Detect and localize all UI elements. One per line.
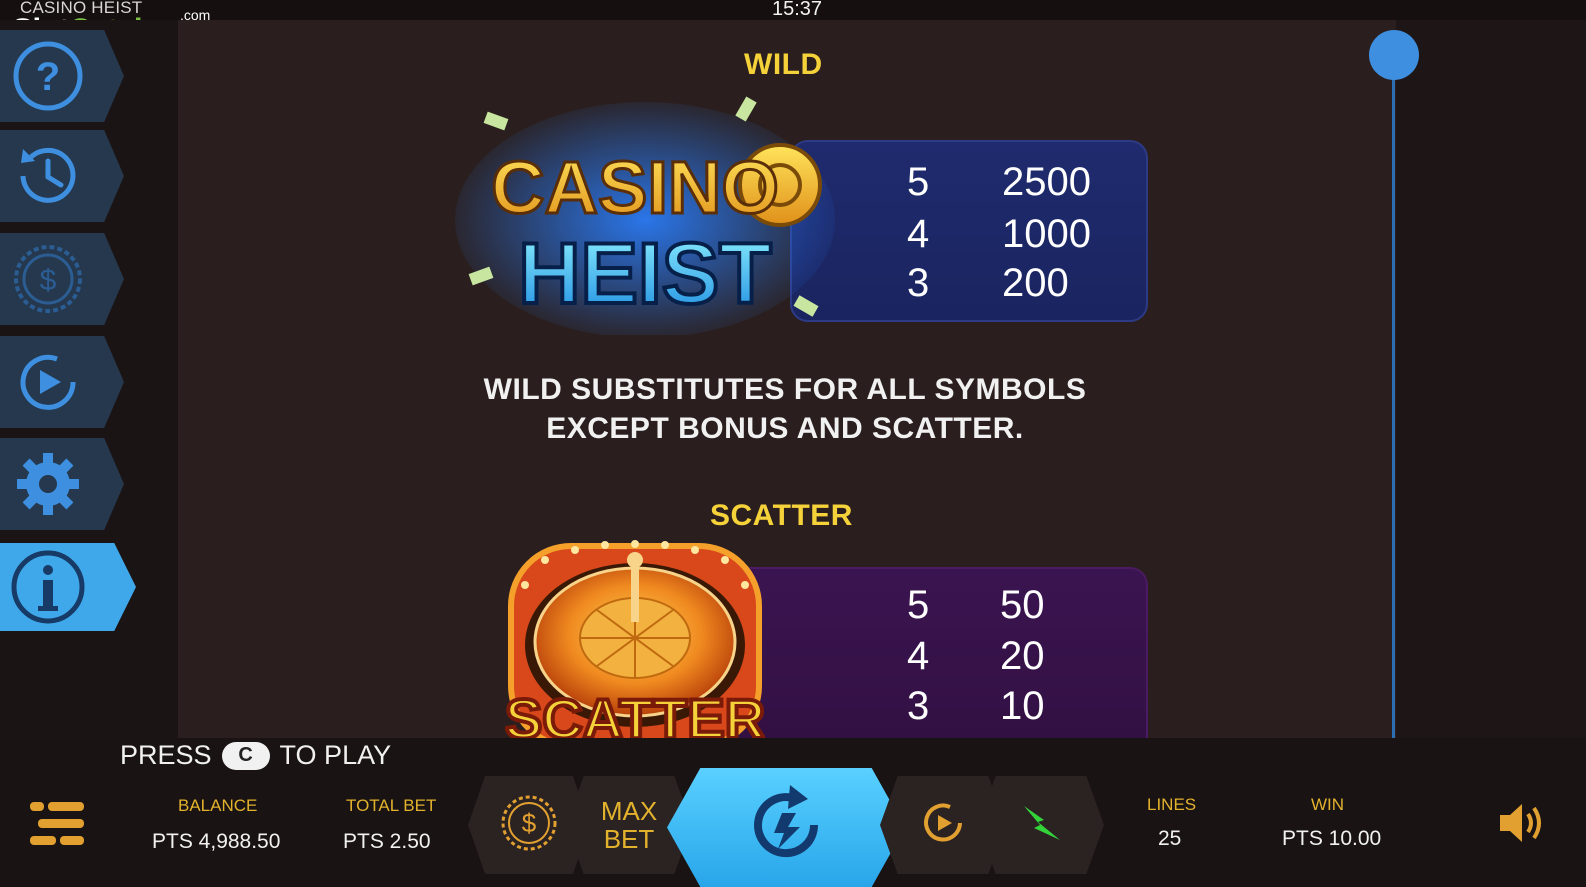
speaker-icon: [1498, 804, 1546, 850]
svg-text:CASINO: CASINO: [491, 146, 779, 229]
svg-text:$: $: [40, 264, 57, 297]
clock: 15:37: [772, 0, 823, 20]
wild-count-4: 4: [907, 212, 930, 256]
svg-text:SCATTER: SCATTER: [505, 687, 765, 738]
info-button[interactable]: [0, 543, 136, 631]
question-icon: ?: [8, 36, 88, 116]
key-c-icon: C: [221, 741, 270, 770]
total-bet-value: PTS 2.50: [343, 830, 431, 853]
hamburger-menu-icon[interactable]: [30, 800, 86, 853]
gear-icon: [8, 444, 88, 524]
autoplay-button[interactable]: [0, 336, 124, 428]
win-label: WIN: [1311, 795, 1345, 814]
svg-text:?: ?: [36, 55, 60, 99]
spin-button[interactable]: [667, 768, 905, 887]
balance-label: BALANCE: [178, 796, 258, 815]
dollar-coin-icon: $: [8, 239, 88, 319]
wild-description: WILD SUBSTITUTES FOR ALL SYMBOLS EXCEPT …: [420, 370, 1150, 448]
max-bet-line1: MAX: [600, 796, 658, 826]
dollar-coin-icon: $: [500, 794, 558, 857]
autoplay-icon: [918, 798, 968, 853]
wild-payout-4: 1000: [1002, 212, 1091, 256]
autoplay-icon: [8, 342, 88, 422]
sound-toggle[interactable]: [1498, 800, 1546, 851]
total-bet-label: TOTAL BET: [346, 796, 437, 815]
wild-count-3: 3: [907, 261, 930, 305]
scrollbar-track[interactable]: [1392, 40, 1395, 738]
wild-description-line2: EXCEPT BONUS AND SCATTER.: [546, 412, 1024, 445]
scatter-count-5: 5: [907, 583, 930, 627]
scatter-payout-3: 10: [1000, 684, 1045, 728]
lines-label: LINES: [1147, 795, 1197, 814]
press-prefix: PRESS: [120, 740, 212, 770]
svg-text:$: $: [522, 808, 537, 838]
help-button[interactable]: ?: [0, 30, 124, 122]
scatter-payout-5: 50: [1000, 583, 1045, 627]
scatter-heading: SCATTER: [710, 499, 853, 532]
spin-icon: [738, 777, 834, 878]
history-clock-icon: [8, 136, 88, 216]
scatter-count-3: 3: [907, 684, 930, 728]
wild-payout-panel: [790, 140, 1148, 322]
scatter-count-4: 4: [907, 634, 930, 678]
settings-button[interactable]: [0, 438, 124, 530]
wild-symbol-image: CASINO HEIST: [455, 95, 835, 338]
wild-description-line1: WILD SUBSTITUTES FOR ALL SYMBOLS: [483, 373, 1087, 406]
bet-button[interactable]: $: [0, 233, 124, 325]
press-suffix: TO PLAY: [279, 740, 392, 770]
scrollbar-thumb[interactable]: [1369, 30, 1419, 80]
lines-value: 25: [1158, 827, 1182, 850]
press-to-play-hint: PRESS C TO PLAY: [120, 740, 391, 771]
wild-count-5: 5: [907, 160, 930, 204]
wild-payout-5: 2500: [1002, 160, 1091, 204]
history-button[interactable]: [0, 130, 124, 222]
max-bet-line2: BET: [603, 824, 655, 854]
balance-value: PTS 4,988.50: [152, 830, 281, 853]
scatter-symbol-image: SCATTER: [505, 540, 765, 738]
lightning-icon: [1016, 798, 1066, 853]
info-icon: [8, 547, 88, 627]
scatter-payout-panel: [730, 567, 1148, 757]
svg-text:HEIST: HEIST: [518, 226, 771, 322]
wild-payout-3: 200: [1002, 261, 1069, 305]
wild-heading: WILD: [744, 48, 823, 81]
win-value: PTS 10.00: [1282, 827, 1382, 850]
turbo-button[interactable]: [978, 776, 1104, 874]
scatter-payout-4: 20: [1000, 634, 1045, 678]
